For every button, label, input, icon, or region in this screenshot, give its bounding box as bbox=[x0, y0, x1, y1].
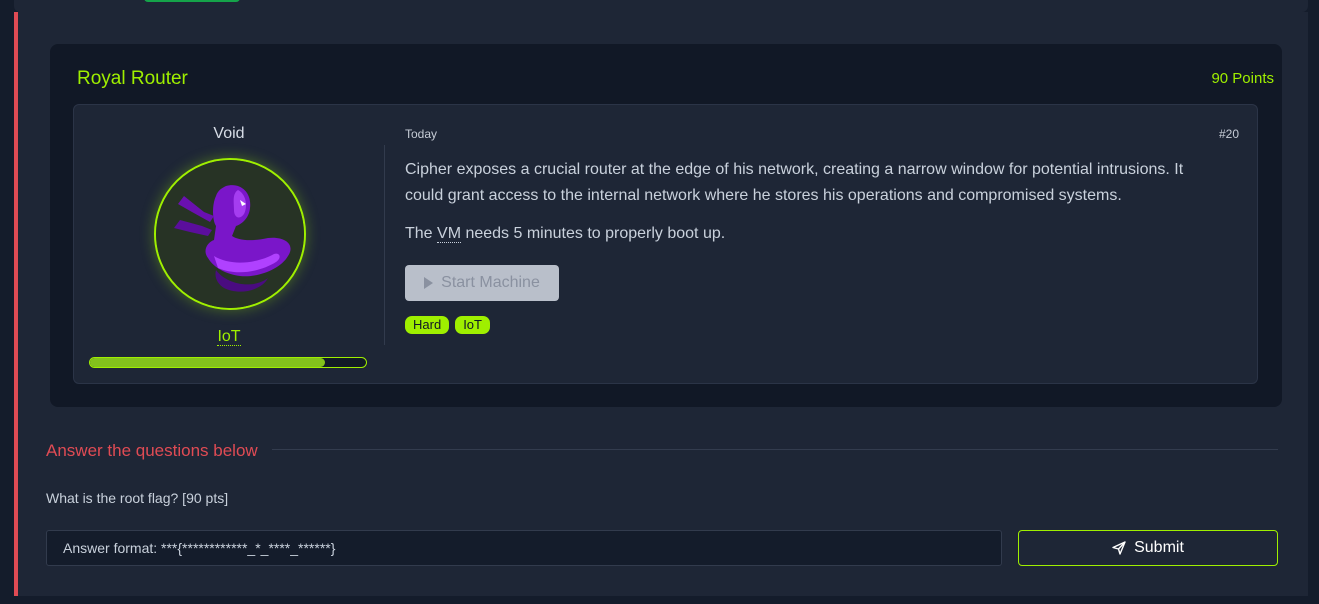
room-panel: Royal Router 90 Points Void IoT Today #2… bbox=[50, 44, 1282, 407]
task-card: Royal Router 90 Points Void IoT Today #2… bbox=[14, 12, 1308, 596]
start-machine-label: Start Machine bbox=[441, 274, 540, 291]
room-points: 90 Points bbox=[1211, 70, 1274, 87]
avatar[interactable] bbox=[154, 158, 306, 310]
column-divider bbox=[384, 145, 385, 345]
send-icon bbox=[1112, 541, 1126, 555]
previous-task-card bbox=[14, 0, 1308, 12]
vm-abbreviation: VM bbox=[437, 225, 462, 243]
note-prefix: The bbox=[405, 225, 438, 242]
room-body: Void IoT Today #20 Cipher exposes a cruc… bbox=[73, 104, 1258, 384]
room-title: Royal Router bbox=[77, 68, 188, 89]
submit-label: Submit bbox=[1134, 539, 1184, 556]
start-machine-button[interactable]: Start Machine bbox=[405, 265, 559, 301]
progress-bar bbox=[89, 357, 367, 368]
category-link[interactable]: IoT bbox=[74, 328, 384, 346]
question-text: What is the root flag? [90 pts] bbox=[46, 490, 229, 506]
tag-list: Hard IoT bbox=[405, 316, 490, 334]
questions-heading: Answer the questions below bbox=[46, 441, 258, 460]
play-icon bbox=[424, 277, 434, 289]
author-name: Void bbox=[213, 125, 245, 142]
task-note: The VM needs 5 minutes to properly boot … bbox=[405, 225, 725, 243]
previous-task-button[interactable] bbox=[144, 0, 240, 2]
questions-divider bbox=[272, 449, 1278, 450]
task-description: Cipher exposes a crucial router at the e… bbox=[405, 161, 1184, 204]
author-column: Void IoT bbox=[74, 105, 384, 383]
progress-fill bbox=[90, 358, 325, 367]
tag-category: IoT bbox=[455, 316, 490, 334]
note-suffix: needs 5 minutes to properly boot up. bbox=[461, 225, 726, 242]
tag-difficulty: Hard bbox=[405, 316, 450, 334]
task-number: #20 bbox=[1218, 127, 1239, 141]
answer-input[interactable] bbox=[46, 530, 1002, 566]
category-label[interactable]: IoT bbox=[217, 328, 241, 346]
task-date: Today bbox=[405, 127, 438, 141]
figure-avatar-icon bbox=[156, 160, 304, 308]
submit-button[interactable]: Submit bbox=[1018, 530, 1278, 566]
